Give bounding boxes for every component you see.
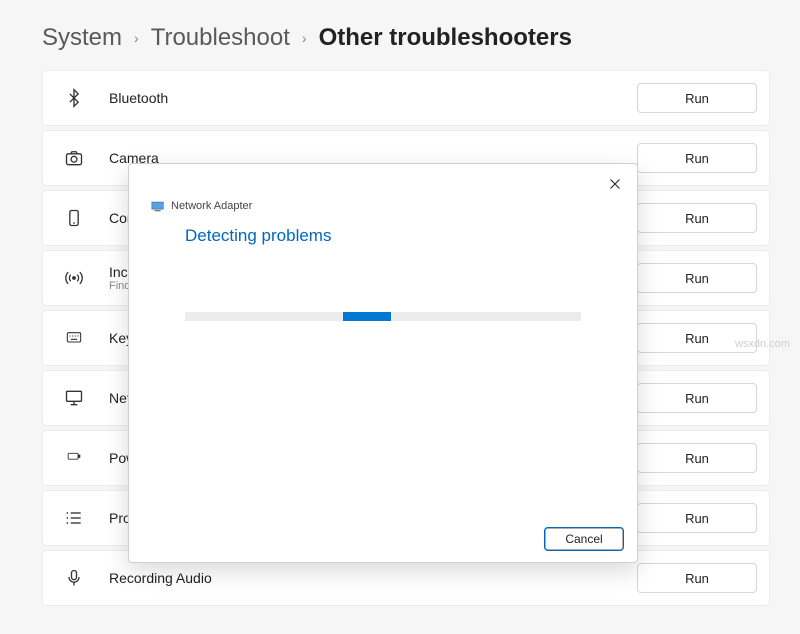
dialog-status: Detecting problems	[129, 212, 637, 246]
run-button[interactable]: Run	[637, 563, 757, 593]
breadcrumb-troubleshoot[interactable]: Troubleshoot	[151, 24, 290, 52]
dialog-title: Network Adapter	[171, 200, 252, 212]
troubleshooter-label: Bluetooth	[109, 90, 637, 106]
run-button[interactable]: Run	[637, 203, 757, 233]
breadcrumb-current: Other troubleshooters	[319, 24, 572, 52]
close-icon[interactable]	[601, 170, 629, 198]
antenna-icon	[61, 265, 87, 291]
troubleshooter-row-bluetooth: Bluetooth Run	[42, 70, 770, 126]
troubleshooter-dialog: Network Adapter Detecting problems Cance…	[128, 163, 638, 563]
run-button[interactable]: Run	[637, 503, 757, 533]
camera-icon	[61, 145, 87, 171]
chevron-right-icon: ›	[130, 30, 143, 46]
troubleshooter-label: Recording Audio	[109, 570, 637, 586]
run-button[interactable]: Run	[637, 323, 757, 353]
monitor-mini-icon	[151, 200, 165, 212]
run-button[interactable]: Run	[637, 383, 757, 413]
progress-bar	[185, 312, 581, 321]
run-button[interactable]: Run	[637, 83, 757, 113]
breadcrumb-system[interactable]: System	[42, 24, 122, 52]
battery-icon	[61, 445, 87, 471]
bluetooth-icon	[61, 85, 87, 111]
list-icon	[61, 505, 87, 531]
cancel-button[interactable]: Cancel	[545, 528, 623, 550]
run-button[interactable]: Run	[637, 143, 757, 173]
run-button[interactable]: Run	[637, 263, 757, 293]
microphone-icon	[61, 565, 87, 591]
run-button[interactable]: Run	[637, 443, 757, 473]
progress-bar-fill	[343, 312, 391, 321]
chevron-right-icon: ›	[298, 30, 311, 46]
breadcrumb: System › Troubleshoot › Other troublesho…	[42, 24, 770, 52]
connections-icon	[61, 205, 87, 231]
keyboard-icon	[61, 325, 87, 351]
monitor-icon	[61, 385, 87, 411]
